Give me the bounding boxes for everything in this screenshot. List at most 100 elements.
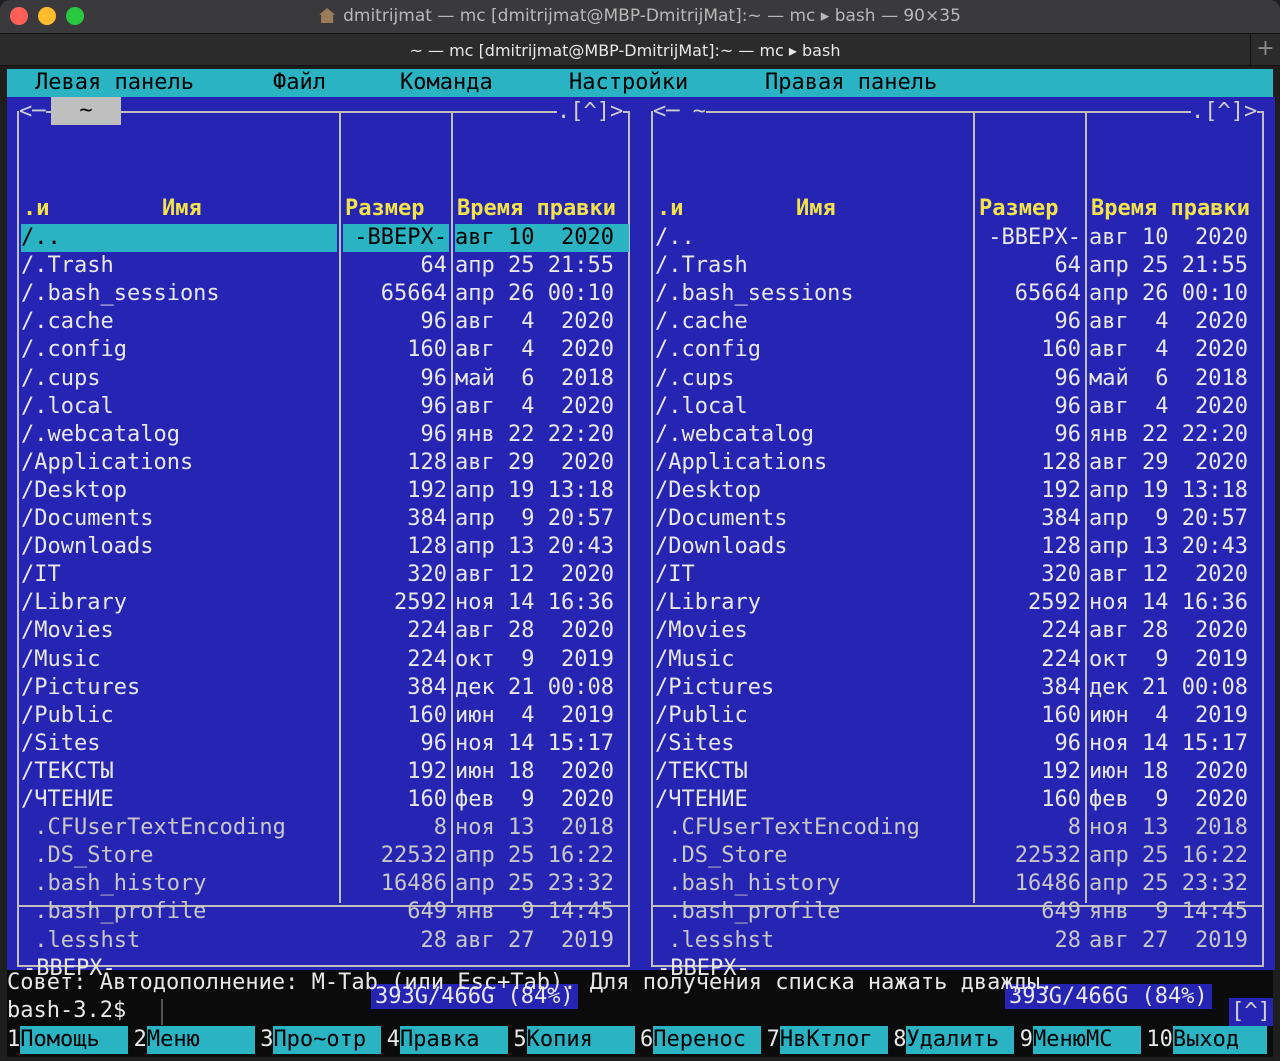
file-row[interactable]: /Applications 128 авг 29 2020 [655, 449, 1267, 477]
tab-title[interactable]: ~ — mc [dmitrijmat@MBP-DmitrijMat]:~ — m… [0, 41, 1250, 60]
file-row[interactable]: .lesshst 28 авг 27 2019 [21, 927, 633, 955]
file-row[interactable]: /.bash_sessions 65664 апр 26 00:10 [21, 280, 633, 308]
terminal-area[interactable]: Левая панель Файл Команда Настройки Прав… [7, 69, 1275, 1057]
left-col-name[interactable]: Имя [162, 196, 202, 221]
file-row[interactable]: /IT 320 авг 12 2020 [655, 561, 1267, 589]
file-row[interactable]: /Documents 384 апр 9 20:57 [655, 505, 1267, 533]
file-row[interactable]: /.bash_sessions 65664 апр 26 00:10 [655, 280, 1267, 308]
file-row[interactable]: /Music 224 окт 9 2019 [655, 646, 1267, 674]
left-col-size[interactable]: Размер [345, 196, 424, 221]
file-size: -ВВЕРХ- [343, 224, 449, 252]
file-row[interactable]: /.cups 96 май 6 2018 [21, 365, 633, 393]
file-row[interactable]: /Movies 224 авг 28 2020 [21, 617, 633, 645]
file-row[interactable]: /ТЕКСТЫ 192 июн 18 2020 [21, 758, 633, 786]
file-row[interactable]: /.cache 96 авг 4 2020 [655, 308, 1267, 336]
file-row[interactable]: /ЧТЕНИЕ 160 фев 9 2020 [655, 786, 1267, 814]
file-row[interactable]: .lesshst 28 авг 27 2019 [655, 927, 1267, 955]
fkey-6[interactable]: 6Перенос [640, 1026, 762, 1054]
fkey-7[interactable]: 7НвКтлог [767, 1026, 888, 1054]
fkey-10[interactable]: 10Выход [1146, 1026, 1267, 1054]
file-row[interactable]: /Public 160 июн 4 2019 [21, 702, 633, 730]
file-size: 128 [1041, 449, 1081, 475]
file-row[interactable]: /ЧТЕНИЕ 160 фев 9 2020 [21, 786, 633, 814]
left-col-date[interactable]: Время правки [457, 196, 616, 221]
fkey-4[interactable]: 4Правка [387, 1026, 509, 1054]
file-row[interactable]: .bash_history 16486 апр 25 23:32 [655, 870, 1267, 898]
menu-right-panel[interactable]: Правая панель [765, 70, 937, 95]
file-row[interactable]: /.local 96 авг 4 2020 [655, 393, 1267, 421]
file-row[interactable]: .bash_profile 649 янв 9 14:45 [21, 898, 633, 926]
right-panel-path[interactable]: <─ ~ [653, 99, 706, 124]
file-name: /Applications [655, 449, 828, 475]
right-panel-corner-right[interactable]: .[^]> [1191, 99, 1258, 124]
file-modified-date: авг 4 2020 [455, 337, 614, 363]
file-row[interactable]: /IT 320 авг 12 2020 [21, 561, 633, 589]
file-row[interactable]: .CFUserTextEncoding 8 ноя 13 2018 [21, 814, 633, 842]
file-size: 192 [1041, 477, 1081, 503]
file-row[interactable]: .DS_Store 22532 апр 25 16:22 [655, 842, 1267, 870]
file-row[interactable]: /Desktop 192 апр 19 13:18 [21, 477, 633, 505]
file-size: 192 [1041, 758, 1081, 784]
fkey-9[interactable]: 9МенюМС [1020, 1026, 1142, 1054]
left-panel[interactable]: <─ ~ .[^]> .и Имя Размер Время правки -В… [7, 97, 641, 1009]
file-row[interactable]: .CFUserTextEncoding 8 ноя 13 2018 [655, 814, 1267, 842]
file-row[interactable]: /Pictures 384 дек 21 00:08 [21, 674, 633, 702]
right-col-date[interactable]: Время правки [1091, 196, 1250, 221]
file-row[interactable]: /Documents 384 апр 9 20:57 [21, 505, 633, 533]
right-col-n[interactable]: .и [657, 196, 684, 221]
file-row[interactable]: /.local 96 авг 4 2020 [21, 393, 633, 421]
file-name: /.. [655, 225, 695, 250]
file-row[interactable]: .bash_profile 649 янв 9 14:45 [655, 898, 1267, 926]
file-row[interactable]: /.. -ВВЕРХ-авг 10 2020 [655, 224, 1267, 252]
file-row[interactable]: /Applications 128 авг 29 2020 [21, 449, 633, 477]
file-row[interactable]: /Sites 96 ноя 14 15:17 [21, 730, 633, 758]
file-row[interactable]: /.. -ВВЕРХ-авг 10 2020 [21, 224, 633, 252]
file-row[interactable]: /.cups 96 май 6 2018 [655, 365, 1267, 393]
file-size: 192 [407, 758, 447, 784]
file-row[interactable]: /.Trash 64 апр 25 21:55 [21, 252, 633, 280]
left-panel-corner-left[interactable]: <─ [19, 99, 46, 124]
file-row[interactable]: /Movies 224 авг 28 2020 [655, 617, 1267, 645]
menu-settings[interactable]: Настройки [569, 70, 688, 95]
file-row[interactable]: /.cache 96 авг 4 2020 [21, 308, 633, 336]
right-panel[interactable]: <─ ~ .[^]> .и Имя Размер Время правки -В… [641, 97, 1275, 1009]
file-row[interactable]: /ТЕКСТЫ 192 июн 18 2020 [655, 758, 1267, 786]
history-caret-button[interactable]: [^] [1229, 998, 1273, 1026]
file-row[interactable]: /.config 160 авг 4 2020 [655, 336, 1267, 364]
file-row[interactable]: /Pictures 384 дек 21 00:08 [655, 674, 1267, 702]
left-col-n[interactable]: .и [23, 196, 50, 221]
file-modified-date: апр 25 16:22 [1089, 843, 1248, 869]
file-row[interactable]: /Downloads 128 апр 13 20:43 [21, 533, 633, 561]
file-name: /.config [655, 337, 761, 363]
menu-command[interactable]: Команда [400, 70, 493, 95]
file-row[interactable]: /Public 160 июн 4 2019 [655, 702, 1267, 730]
fkey-8[interactable]: 8Удалить [893, 1026, 1015, 1054]
file-row[interactable]: /Library 2592 ноя 14 16:36 [655, 589, 1267, 617]
file-row[interactable]: /.webcatalog 96 янв 22 22:20 [655, 421, 1267, 449]
file-name: /IT [655, 562, 695, 588]
menu-file[interactable]: Файл [273, 70, 326, 95]
file-modified-date: авг 4 2020 [1089, 309, 1248, 335]
menu-left-panel[interactable]: Левая панель [35, 70, 194, 95]
file-row[interactable]: /Music 224 окт 9 2019 [21, 646, 633, 674]
left-panel-corner-right[interactable]: .[^]> [557, 99, 624, 124]
file-row[interactable]: /.webcatalog 96 янв 22 22:20 [21, 421, 633, 449]
new-tab-button[interactable]: + [1250, 34, 1280, 66]
file-row[interactable]: /.config 160 авг 4 2020 [21, 336, 633, 364]
file-row[interactable]: /Library 2592 ноя 14 16:36 [21, 589, 633, 617]
fkey-2[interactable]: 2Меню [134, 1026, 255, 1054]
right-col-size[interactable]: Размер [979, 196, 1058, 221]
file-row[interactable]: /.Trash 64 апр 25 21:55 [655, 252, 1267, 280]
file-row[interactable]: .DS_Store 22532 апр 25 16:22 [21, 842, 633, 870]
fkey-3[interactable]: 3Про~отр [260, 1026, 382, 1054]
file-modified-date: авг 4 2020 [1089, 393, 1248, 419]
file-row[interactable]: /Sites 96 ноя 14 15:17 [655, 730, 1267, 758]
fkey-1[interactable]: 1Помощь [7, 1026, 129, 1054]
file-row[interactable]: /Desktop 192 апр 19 13:18 [655, 477, 1267, 505]
shell-prompt[interactable]: bash-3.2$ [7, 998, 126, 1023]
right-col-name[interactable]: Имя [796, 196, 836, 221]
file-row[interactable]: /Downloads 128 апр 13 20:43 [655, 533, 1267, 561]
file-row[interactable]: .bash_history 16486 апр 25 23:32 [21, 870, 633, 898]
file-name: /Public [655, 702, 748, 728]
fkey-5[interactable]: 5Копия [513, 1026, 635, 1054]
